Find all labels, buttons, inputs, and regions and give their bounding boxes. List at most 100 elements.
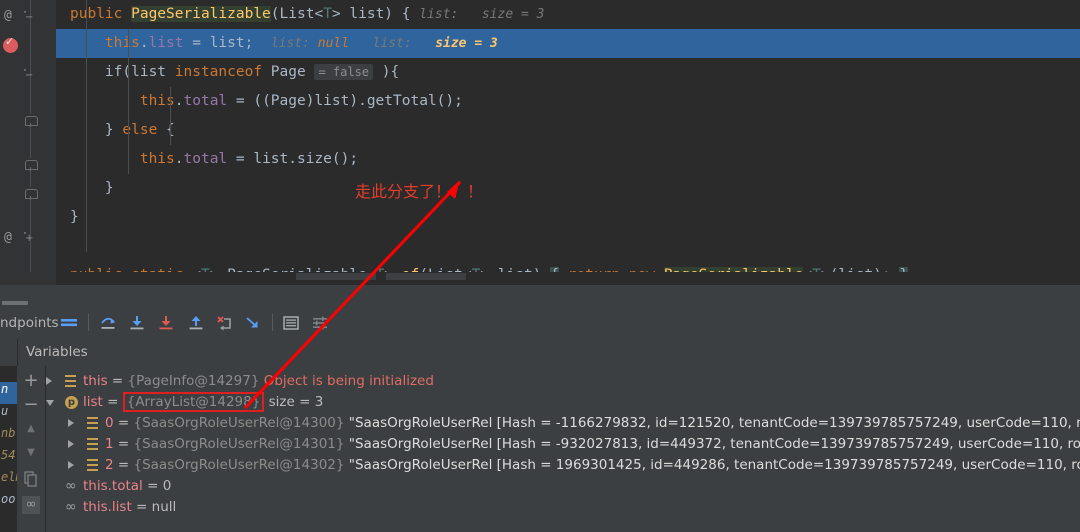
drop-frame-icon[interactable] bbox=[244, 314, 262, 332]
variable-row[interactable]: 2 = {SaasOrgRoleUserRel@14302} "SaasOrgR… bbox=[45, 455, 1080, 476]
variable-equals: = bbox=[113, 457, 134, 473]
variable-value: Object is being initialized bbox=[259, 373, 434, 389]
field-icon bbox=[87, 438, 98, 450]
variable-row[interactable]: ∞ this.total = 0 bbox=[45, 476, 1080, 497]
add-watch-button[interactable]: + bbox=[22, 372, 40, 390]
step-over-icon[interactable] bbox=[99, 314, 117, 332]
variable-row[interactable]: 1 = {SaasOrgRoleUserRel@14301} "SaasOrgR… bbox=[45, 434, 1080, 455]
code-editor[interactable]: @ @ − − + public PageSerializable(List<T… bbox=[0, 0, 1080, 285]
popup-row: oo bbox=[1, 492, 16, 506]
code-token-hint-b: size = 3 bbox=[435, 36, 498, 51]
variable-text: 0 = {SaasOrgRoleUserRel@14300} "SaasOrgR… bbox=[105, 415, 1080, 431]
code-line[interactable]: public PageSerializable(List<T> list) { … bbox=[56, 0, 1080, 29]
code-token-kw: public bbox=[70, 6, 132, 22]
move-down-button[interactable]: ▼ bbox=[22, 444, 40, 462]
force-step-into-icon[interactable] bbox=[157, 314, 175, 332]
panel-splitter[interactable] bbox=[0, 285, 1080, 307]
code-token-plain: = ((Page)list).getTotal(); bbox=[227, 93, 463, 109]
expand-triangle-closed-icon[interactable] bbox=[46, 377, 52, 385]
code-token-hl-green: PageSerializable bbox=[131, 6, 271, 22]
indent-guide bbox=[86, 0, 87, 252]
variable-name: this.list bbox=[83, 499, 132, 515]
code-line[interactable]: } bbox=[56, 174, 1080, 203]
evaluate-expression-icon[interactable] bbox=[282, 314, 300, 332]
code-token-plain: } bbox=[70, 209, 79, 225]
watch-expression-icon: ∞ bbox=[65, 478, 77, 494]
indent-guide bbox=[128, 29, 129, 174]
tab-variables[interactable]: Variables bbox=[26, 344, 88, 360]
move-up-button[interactable]: ▲ bbox=[22, 420, 40, 438]
code-token-plain: ){ bbox=[373, 64, 400, 80]
code-line[interactable]: this.total = ((Page)list).getTotal(); bbox=[56, 87, 1080, 116]
debugger-toolbar[interactable]: ndpoints bbox=[0, 307, 1080, 339]
variables-panel[interactable]: nu nb 54 elN oo + − ▲ ▼ ∞ this = {PageInfo@1… bbox=[0, 366, 1080, 532]
field-icon bbox=[87, 417, 98, 429]
step-out-icon[interactable] bbox=[187, 314, 205, 332]
step-into-icon[interactable] bbox=[128, 314, 146, 332]
copy-icon[interactable] bbox=[22, 470, 40, 488]
splitter-handle[interactable] bbox=[2, 301, 28, 305]
variable-row[interactable]: p list = {ArrayList@14298} size = 3 bbox=[45, 392, 1080, 413]
settings-icon[interactable] bbox=[311, 314, 329, 332]
field-icon bbox=[65, 375, 76, 387]
variables-tree[interactable]: this = {PageInfo@14297} Object is being … bbox=[45, 366, 1080, 532]
variable-value: null bbox=[151, 499, 177, 515]
mute-breakpoints-icon[interactable] bbox=[60, 314, 78, 332]
code-token-plain: = list.size(); bbox=[227, 151, 359, 167]
fold-marker-icon[interactable]: − bbox=[24, 11, 33, 23]
expand-triangle-closed-icon[interactable] bbox=[68, 440, 74, 448]
debugger-tabbar[interactable]: Variables bbox=[0, 339, 1080, 366]
variable-name: this.total bbox=[83, 478, 143, 494]
variable-name: list bbox=[83, 394, 103, 410]
code-line[interactable]: } bbox=[56, 203, 1080, 232]
variables-side-toolbar[interactable]: + − ▲ ▼ ∞ bbox=[17, 366, 46, 532]
variable-row[interactable]: ∞ this.list = null bbox=[45, 497, 1080, 518]
code-line[interactable]: if(list instanceof Page = false ){ bbox=[56, 58, 1080, 87]
variable-equals: = bbox=[131, 499, 152, 515]
code-token-plain: Page bbox=[270, 64, 315, 80]
expand-triangle-closed-icon[interactable] bbox=[68, 419, 74, 427]
remove-watch-button[interactable]: − bbox=[22, 396, 40, 414]
code-token-hint: list: size = 3 bbox=[419, 7, 545, 22]
expand-triangle-closed-icon[interactable] bbox=[68, 461, 74, 469]
expand-triangle-open-icon[interactable] bbox=[46, 400, 54, 406]
code-lines[interactable]: public PageSerializable(List<T> list) { … bbox=[56, 0, 1080, 283]
variable-text: 2 = {SaasOrgRoleUserRel@14302} "SaasOrgR… bbox=[105, 457, 1080, 473]
field-icon bbox=[87, 459, 98, 471]
variable-name: 0 bbox=[105, 415, 114, 431]
watch-expression-icon: ∞ bbox=[65, 499, 77, 515]
fold-marker-icon[interactable] bbox=[24, 158, 38, 171]
collapsed-tab[interactable] bbox=[386, 273, 466, 280]
code-token-plain: } bbox=[104, 180, 114, 196]
run-to-cursor-icon[interactable] bbox=[215, 314, 233, 332]
watch-icon[interactable]: ∞ bbox=[22, 496, 40, 514]
fold-marker-icon[interactable]: + bbox=[24, 232, 33, 244]
code-line[interactable]: this.total = list.size(); bbox=[56, 145, 1080, 174]
annotation-at-icon: @ bbox=[4, 230, 12, 245]
collapsed-tab[interactable] bbox=[296, 273, 376, 280]
gutter-divider bbox=[30, 0, 31, 272]
code-line[interactable]: } else { bbox=[56, 116, 1080, 145]
code-line[interactable]: this.list = list; list: null list: size … bbox=[56, 29, 1080, 58]
fold-marker-icon[interactable] bbox=[24, 187, 38, 200]
code-token-hint: list: bbox=[270, 36, 318, 51]
variable-row[interactable]: this = {PageInfo@14297} Object is being … bbox=[45, 371, 1080, 392]
fold-marker-icon[interactable]: − bbox=[24, 69, 33, 81]
breakpoint-icon[interactable] bbox=[3, 35, 18, 53]
code-token-kw: this bbox=[139, 151, 175, 167]
variable-value: size = 3 bbox=[264, 394, 324, 410]
breakpoints-label: ndpoints bbox=[0, 315, 59, 331]
code-line[interactable] bbox=[56, 232, 1080, 261]
code-token-plain: { bbox=[157, 122, 175, 138]
variable-text: this = {PageInfo@14297} Object is being … bbox=[83, 373, 434, 389]
variable-value: 0 bbox=[162, 478, 172, 494]
variable-value: "SaasOrgRoleUserRel [Hash = -1166279832,… bbox=[344, 415, 1080, 431]
fold-marker-icon[interactable] bbox=[24, 114, 38, 127]
variable-row[interactable]: 0 = {SaasOrgRoleUserRel@14300} "SaasOrgR… bbox=[45, 413, 1080, 434]
variable-reference: {SaasOrgRoleUserRel@14301} bbox=[133, 436, 345, 452]
code-token-plain: . bbox=[174, 151, 184, 167]
tabbar-left-strip bbox=[0, 339, 18, 366]
